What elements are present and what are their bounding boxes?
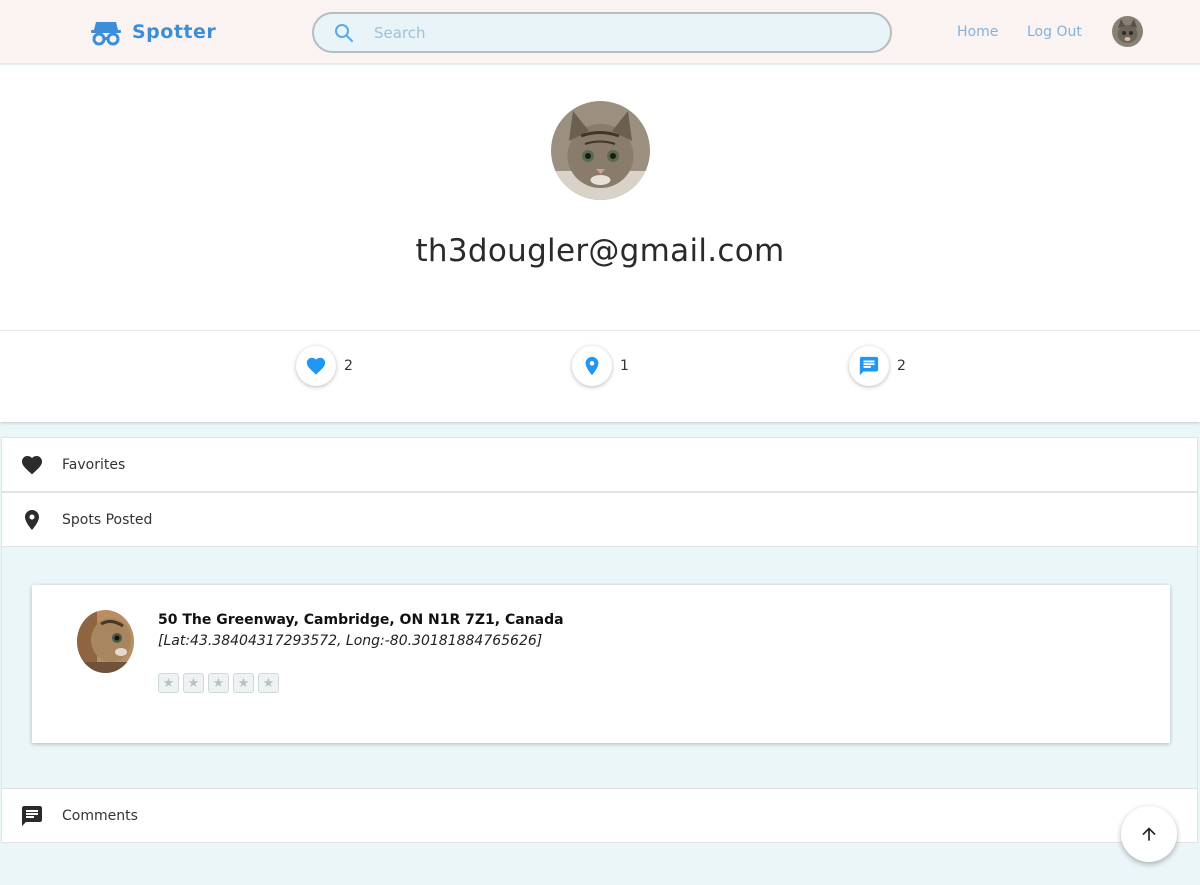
nav-logout-link[interactable]: Log Out [1027, 24, 1082, 40]
comments-section-label: Comments [62, 807, 138, 824]
divider [0, 330, 1200, 331]
scroll-to-top-button[interactable] [1121, 806, 1177, 862]
spots-posted-panel: 50 The Greenway, Cambridge, ON N1R 7Z1, … [1, 547, 1198, 788]
comment-icon [22, 805, 42, 826]
star-icon[interactable]: ★ [183, 673, 204, 693]
favorites-stat-button[interactable] [296, 346, 336, 386]
spy-glasses-icon [91, 22, 121, 46]
comments-stat-button[interactable] [849, 346, 889, 386]
star-icon[interactable]: ★ [233, 673, 254, 693]
heart-icon [22, 455, 42, 474]
user-avatar[interactable] [1112, 16, 1143, 47]
favorites-section-header[interactable]: Favorites [1, 437, 1198, 492]
stat-comments: 2 [849, 346, 906, 386]
profile-email: th3dougler@gmail.com [415, 233, 785, 269]
search-bar[interactable] [312, 12, 892, 53]
star-icon[interactable]: ★ [158, 673, 179, 693]
top-app-bar: Spotter Home Log Out [0, 0, 1200, 64]
comment-icon [859, 356, 879, 376]
spots-posted-section-header[interactable]: Spots Posted [1, 492, 1198, 547]
spot-thumbnail [77, 610, 134, 673]
spot-card[interactable]: 50 The Greenway, Cambridge, ON N1R 7Z1, … [32, 585, 1170, 743]
search-input[interactable] [374, 23, 854, 42]
spots-stat-button[interactable] [572, 346, 612, 386]
star-icon[interactable]: ★ [208, 673, 229, 693]
heart-icon [306, 357, 326, 375]
spots-count: 1 [620, 358, 629, 374]
star-rating[interactable]: ★ ★ ★ ★ ★ [158, 673, 283, 693]
spot-address: 50 The Greenway, Cambridge, ON N1R 7Z1, … [158, 612, 564, 628]
logo-text: Spotter [132, 21, 217, 43]
location-pin-icon [585, 356, 599, 376]
nav-home-link[interactable]: Home [957, 24, 998, 40]
location-pin-icon [25, 509, 39, 530]
spot-coordinates: [Lat:43.38404317293572, Long:-80.3018188… [158, 633, 543, 649]
cat-photo [1112, 16, 1143, 47]
comments-section-header[interactable]: Comments [1, 788, 1198, 843]
search-icon [335, 23, 353, 42]
star-icon[interactable]: ★ [258, 673, 279, 693]
favorites-section-label: Favorites [62, 456, 126, 473]
profile-card: th3dougler@gmail.com 2 1 2 [0, 65, 1200, 422]
logo[interactable]: Spotter [90, 18, 216, 46]
cat-photo [77, 610, 134, 673]
stat-favorites: 2 [296, 346, 353, 386]
cat-photo [551, 101, 650, 200]
spots-posted-section-label: Spots Posted [62, 511, 153, 528]
profile-avatar [551, 101, 650, 200]
favorites-count: 2 [344, 358, 353, 374]
arrow-up-icon [1142, 827, 1156, 841]
stat-spots: 1 [572, 346, 629, 386]
comments-count: 2 [897, 358, 906, 374]
